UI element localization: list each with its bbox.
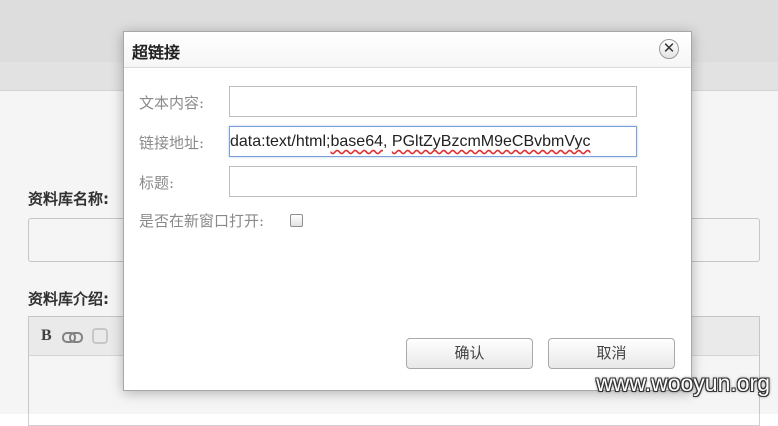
new-window-label: 是否在新窗口打开: <box>139 211 265 230</box>
text-content-input[interactable] <box>229 86 637 117</box>
title-input[interactable] <box>229 166 637 197</box>
watermark-text: www.wooyun.org <box>596 370 770 396</box>
close-icon[interactable]: ✕ <box>659 39 679 59</box>
text-content-label: 文本内容: <box>139 93 205 112</box>
text-content-row: 文本内容: <box>139 86 637 118</box>
confirm-button[interactable]: 确认 <box>406 338 533 369</box>
dialog-title: 超链接 <box>132 43 181 62</box>
new-window-checkbox[interactable] <box>290 213 304 227</box>
title-row: 标题: <box>139 166 637 198</box>
new-window-row: 是否在新窗口打开: <box>139 204 304 236</box>
dialog-header: 超链接 ✕ <box>124 32 691 68</box>
link-url-input[interactable] <box>229 126 637 157</box>
cancel-button[interactable]: 取消 <box>548 338 675 369</box>
hyperlink-dialog: 超链接 ✕ 文本内容: 链接地址: data:text/html;base64,… <box>123 31 692 391</box>
link-url-label: 链接地址: <box>139 133 205 152</box>
link-url-row: 链接地址: data:text/html;base64, PGltZyBzcmM… <box>139 126 637 158</box>
title-label: 标题: <box>139 173 175 192</box>
